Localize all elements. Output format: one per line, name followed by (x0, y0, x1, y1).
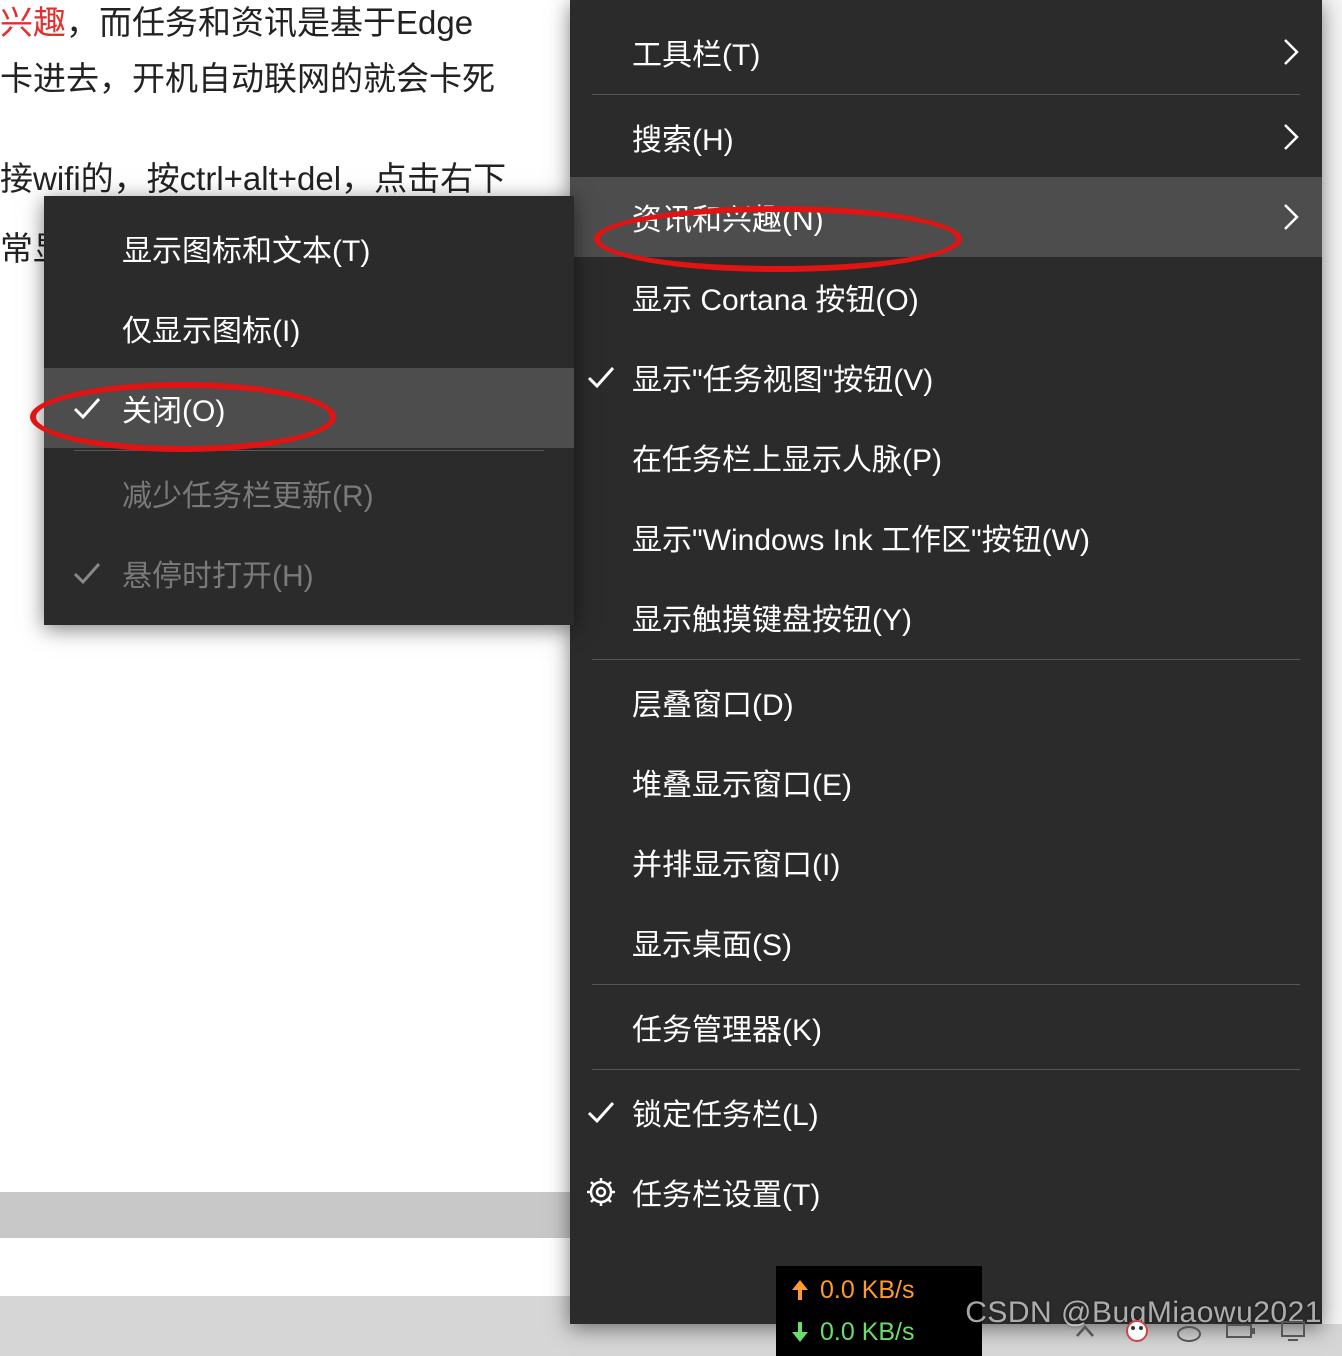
tray-chevron-up-icon[interactable] (1070, 1316, 1100, 1346)
taskbar-context-menu: 工具栏(T) 搜索(H) 资讯和兴趣(N) 显示 Cortana 按钮(O) (570, 0, 1322, 1324)
menu-item-news-and-interests[interactable]: 资讯和兴趣(N) (570, 177, 1322, 257)
chevron-right-icon (1282, 38, 1300, 66)
menu-item-label: 资讯和兴趣(N) (632, 195, 824, 239)
taskbar-white-edge (1322, 0, 1342, 1324)
arrow-up-icon (790, 1278, 810, 1302)
check-icon (582, 1093, 620, 1131)
menu-item-label: 显示桌面(S) (632, 920, 792, 964)
menu-item-label: 工具栏(T) (632, 30, 760, 74)
news-interests-submenu: 显示图标和文本(T) 仅显示图标(I) 关闭(O) 减少任务栏更新(R) 悬停时… (44, 196, 574, 625)
taskbar-tray (1070, 1306, 1308, 1356)
menu-item-label: 悬停时打开(H) (122, 551, 314, 595)
network-download-value: 0.0 KB/s (820, 1318, 915, 1347)
submenu-item-show-icon-only[interactable]: 仅显示图标(I) (44, 288, 574, 368)
network-speed-widget[interactable]: 0.0 KB/s 0.0 KB/s (776, 1266, 982, 1356)
menu-item-label: 任务栏设置(T) (632, 1170, 820, 1214)
arrow-down-icon (790, 1320, 810, 1344)
bg-text-line3: 接wifi的，按ctrl+alt+del，点击右下 (0, 152, 506, 200)
menu-item-label: 显示"任务视图"按钮(V) (632, 355, 933, 399)
menu-separator (592, 984, 1300, 985)
menu-item-cascade-windows[interactable]: 层叠窗口(D) (570, 662, 1322, 742)
network-download-row: 0.0 KB/s (790, 1311, 982, 1353)
tray-weather-icon[interactable] (1174, 1316, 1204, 1346)
bg-text-highlight: 兴趣 (0, 4, 66, 41)
menu-item-label: 层叠窗口(D) (632, 680, 794, 724)
submenu-item-turn-off[interactable]: 关闭(O) (44, 368, 574, 448)
menu-item-label: 并排显示窗口(I) (632, 840, 840, 884)
network-upload-row: 0.0 KB/s (790, 1269, 982, 1311)
menu-item-show-windows-ink[interactable]: 显示"Windows Ink 工作区"按钮(W) (570, 497, 1322, 577)
menu-item-label: 仅显示图标(I) (122, 306, 300, 350)
menu-item-label: 减少任务栏更新(R) (122, 471, 374, 515)
menu-item-label: 堆叠显示窗口(E) (632, 760, 852, 804)
page-background: 兴趣，而任务和资讯是基于Edge 卡进去，开机自动联网的就会卡死 接wifi的，… (0, 0, 1342, 1356)
menu-item-label: 显示图标和文本(T) (122, 226, 370, 270)
menu-item-label: 显示 Cortana 按钮(O) (632, 275, 919, 319)
bg-text-line2: 卡进去，开机自动联网的就会卡死 (0, 52, 495, 100)
menu-item-show-people[interactable]: 在任务栏上显示人脉(P) (570, 417, 1322, 497)
check-icon (582, 358, 620, 396)
menu-item-lock-taskbar[interactable]: 锁定任务栏(L) (570, 1072, 1322, 1152)
menu-separator (592, 1069, 1300, 1070)
gear-icon (582, 1173, 620, 1211)
bg-text-line1: 兴趣，而任务和资讯是基于Edge (0, 0, 473, 44)
menu-item-show-task-view[interactable]: 显示"任务视图"按钮(V) (570, 337, 1322, 417)
network-upload-value: 0.0 KB/s (820, 1276, 915, 1305)
submenu-item-show-icon-and-text[interactable]: 显示图标和文本(T) (44, 208, 574, 288)
menu-item-toolbars[interactable]: 工具栏(T) (570, 12, 1322, 92)
menu-item-taskbar-settings[interactable]: 任务栏设置(T) (570, 1152, 1322, 1232)
menu-item-label: 在任务栏上显示人脉(P) (632, 435, 942, 479)
menu-separator (592, 659, 1300, 660)
menu-item-label: 任务管理器(K) (632, 1005, 822, 1049)
menu-item-show-desktop[interactable]: 显示桌面(S) (570, 902, 1322, 982)
menu-item-show-cortana[interactable]: 显示 Cortana 按钮(O) (570, 257, 1322, 337)
menu-item-label: 搜索(H) (632, 115, 734, 159)
tray-battery-icon[interactable] (1226, 1316, 1256, 1346)
check-icon (68, 389, 106, 427)
menu-item-task-manager[interactable]: 任务管理器(K) (570, 987, 1322, 1067)
submenu-item-open-on-hover: 悬停时打开(H) (44, 533, 574, 613)
menu-item-search[interactable]: 搜索(H) (570, 97, 1322, 177)
menu-separator (592, 94, 1300, 95)
check-icon (68, 554, 106, 592)
chevron-right-icon (1282, 203, 1300, 231)
menu-item-label: 关闭(O) (122, 386, 225, 430)
menu-item-label: 显示"Windows Ink 工作区"按钮(W) (632, 515, 1090, 559)
menu-item-label: 显示触摸键盘按钮(Y) (632, 595, 912, 639)
menu-item-show-touch-keyboard[interactable]: 显示触摸键盘按钮(Y) (570, 577, 1322, 657)
menu-separator (74, 450, 544, 451)
menu-item-stack-windows[interactable]: 堆叠显示窗口(E) (570, 742, 1322, 822)
submenu-item-reduce-updates: 减少任务栏更新(R) (44, 453, 574, 533)
tray-network-icon[interactable] (1278, 1316, 1308, 1346)
chevron-right-icon (1282, 123, 1300, 151)
menu-item-side-by-side-windows[interactable]: 并排显示窗口(I) (570, 822, 1322, 902)
tray-chat-icon[interactable] (1122, 1316, 1152, 1346)
menu-item-label: 锁定任务栏(L) (632, 1090, 819, 1134)
